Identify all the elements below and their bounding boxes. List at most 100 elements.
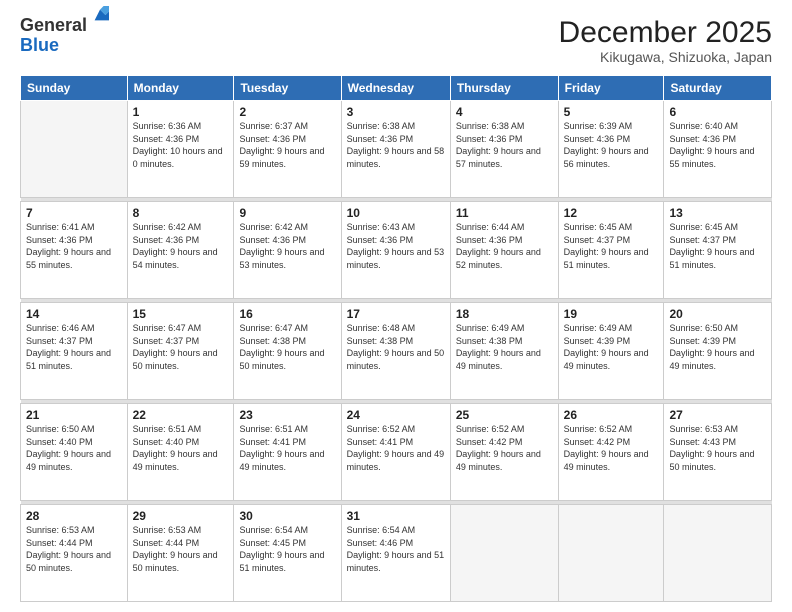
logo-blue-text: Blue [20,36,87,56]
table-row: 14Sunrise: 6:46 AMSunset: 4:37 PMDayligh… [21,303,128,400]
table-row: 22Sunrise: 6:51 AMSunset: 4:40 PMDayligh… [127,404,234,501]
day-number: 13 [669,206,766,220]
table-row: 25Sunrise: 6:52 AMSunset: 4:42 PMDayligh… [450,404,558,501]
day-info: Sunrise: 6:42 AMSunset: 4:36 PMDaylight:… [239,221,335,271]
day-info: Sunrise: 6:39 AMSunset: 4:36 PMDaylight:… [564,120,659,170]
day-info: Sunrise: 6:49 AMSunset: 4:38 PMDaylight:… [456,322,553,372]
table-row [21,101,128,198]
day-number: 20 [669,307,766,321]
day-number: 4 [456,105,553,119]
day-number: 28 [26,509,122,523]
day-info: Sunrise: 6:54 AMSunset: 4:45 PMDaylight:… [239,524,335,574]
table-row: 21Sunrise: 6:50 AMSunset: 4:40 PMDayligh… [21,404,128,501]
col-friday: Friday [558,76,664,101]
logo-icon [91,6,109,24]
day-number: 18 [456,307,553,321]
month-title: December 2025 [559,16,772,49]
calendar-week-row: 21Sunrise: 6:50 AMSunset: 4:40 PMDayligh… [21,404,772,501]
day-number: 2 [239,105,335,119]
day-number: 1 [133,105,229,119]
table-row: 26Sunrise: 6:52 AMSunset: 4:42 PMDayligh… [558,404,664,501]
day-number: 25 [456,408,553,422]
day-number: 9 [239,206,335,220]
col-wednesday: Wednesday [341,76,450,101]
day-info: Sunrise: 6:40 AMSunset: 4:36 PMDaylight:… [669,120,766,170]
day-info: Sunrise: 6:50 AMSunset: 4:40 PMDaylight:… [26,423,122,473]
day-number: 22 [133,408,229,422]
logo: General Blue [20,16,87,56]
day-number: 26 [564,408,659,422]
day-info: Sunrise: 6:44 AMSunset: 4:36 PMDaylight:… [456,221,553,271]
day-info: Sunrise: 6:38 AMSunset: 4:36 PMDaylight:… [456,120,553,170]
table-row: 24Sunrise: 6:52 AMSunset: 4:41 PMDayligh… [341,404,450,501]
table-row: 15Sunrise: 6:47 AMSunset: 4:37 PMDayligh… [127,303,234,400]
col-sunday: Sunday [21,76,128,101]
day-info: Sunrise: 6:49 AMSunset: 4:39 PMDaylight:… [564,322,659,372]
day-info: Sunrise: 6:43 AMSunset: 4:36 PMDaylight:… [347,221,445,271]
table-row: 27Sunrise: 6:53 AMSunset: 4:43 PMDayligh… [664,404,772,501]
table-row: 12Sunrise: 6:45 AMSunset: 4:37 PMDayligh… [558,202,664,299]
header: General Blue December 2025 Kikugawa, Shi… [20,16,772,65]
calendar-header-row: Sunday Monday Tuesday Wednesday Thursday… [21,76,772,101]
calendar-week-row: 1Sunrise: 6:36 AMSunset: 4:36 PMDaylight… [21,101,772,198]
day-info: Sunrise: 6:51 AMSunset: 4:41 PMDaylight:… [239,423,335,473]
logo-general-text: General [20,16,87,36]
day-info: Sunrise: 6:47 AMSunset: 4:38 PMDaylight:… [239,322,335,372]
table-row: 17Sunrise: 6:48 AMSunset: 4:38 PMDayligh… [341,303,450,400]
table-row: 11Sunrise: 6:44 AMSunset: 4:36 PMDayligh… [450,202,558,299]
table-row: 30Sunrise: 6:54 AMSunset: 4:45 PMDayligh… [234,505,341,602]
day-number: 16 [239,307,335,321]
location-subtitle: Kikugawa, Shizuoka, Japan [559,49,772,65]
calendar-week-row: 28 Sunrise: 6:53 AMSunset: 4:44 PMDayligh… [21,505,772,602]
table-row: 13Sunrise: 6:45 AMSunset: 4:37 PMDayligh… [664,202,772,299]
day-number: 15 [133,307,229,321]
day-info: Sunrise: 6:53 AMSunset: 4:44 PMDaylight:… [133,524,229,574]
table-row: 31Sunrise: 6:54 AMSunset: 4:46 PMDayligh… [341,505,450,602]
table-row: 5Sunrise: 6:39 AMSunset: 4:36 PMDaylight… [558,101,664,198]
table-row: 1Sunrise: 6:36 AMSunset: 4:36 PMDaylight… [127,101,234,198]
day-info: Sunrise: 6:52 AMSunset: 4:42 PMDaylight:… [564,423,659,473]
day-info: Sunrise: 6:46 AMSunset: 4:37 PMDaylight:… [26,322,122,372]
col-saturday: Saturday [664,76,772,101]
day-info: Sunrise: 6:50 AMSunset: 4:39 PMDaylight:… [669,322,766,372]
day-number: 17 [347,307,445,321]
table-row: 3Sunrise: 6:38 AMSunset: 4:36 PMDaylight… [341,101,450,198]
table-row: 23Sunrise: 6:51 AMSunset: 4:41 PMDayligh… [234,404,341,501]
table-row [664,505,772,602]
day-number: 12 [564,206,659,220]
calendar-week-row: 14Sunrise: 6:46 AMSunset: 4:37 PMDayligh… [21,303,772,400]
day-info: Sunrise: 6:52 AMSunset: 4:42 PMDaylight:… [456,423,553,473]
day-number: 29 [133,509,229,523]
day-info: Sunrise: 6:47 AMSunset: 4:37 PMDaylight:… [133,322,229,372]
table-row: 20Sunrise: 6:50 AMSunset: 4:39 PMDayligh… [664,303,772,400]
day-info: Sunrise: 6:52 AMSunset: 4:41 PMDaylight:… [347,423,445,473]
day-number: 19 [564,307,659,321]
table-row [558,505,664,602]
table-row: 19Sunrise: 6:49 AMSunset: 4:39 PMDayligh… [558,303,664,400]
day-number: 10 [347,206,445,220]
day-info: Sunrise: 6:48 AMSunset: 4:38 PMDaylight:… [347,322,445,372]
page: General Blue December 2025 Kikugawa, Shi… [0,0,792,612]
day-info: Sunrise: 6:36 AMSunset: 4:36 PMDaylight:… [133,120,229,170]
table-row: 10Sunrise: 6:43 AMSunset: 4:36 PMDayligh… [341,202,450,299]
day-info: Sunrise: 6:42 AMSunset: 4:36 PMDaylight:… [133,221,229,271]
title-block: December 2025 Kikugawa, Shizuoka, Japan [559,16,772,65]
day-number: 6 [669,105,766,119]
col-thursday: Thursday [450,76,558,101]
day-number: 24 [347,408,445,422]
day-number: 8 [133,206,229,220]
col-monday: Monday [127,76,234,101]
day-info: Sunrise: 6:45 AMSunset: 4:37 PMDaylight:… [669,221,766,271]
day-info: Sunrise: 6:51 AMSunset: 4:40 PMDaylight:… [133,423,229,473]
day-info: Sunrise: 6:53 AMSunset: 4:43 PMDaylight:… [669,423,766,473]
col-tuesday: Tuesday [234,76,341,101]
day-info: Sunrise: 6:54 AMSunset: 4:46 PMDaylight:… [347,524,445,574]
calendar-week-row: 7Sunrise: 6:41 AMSunset: 4:36 PMDaylight… [21,202,772,299]
table-row: 7Sunrise: 6:41 AMSunset: 4:36 PMDaylight… [21,202,128,299]
day-info: Sunrise: 6:41 AMSunset: 4:36 PMDaylight:… [26,221,122,271]
table-row: 4Sunrise: 6:38 AMSunset: 4:36 PMDaylight… [450,101,558,198]
day-info: Sunrise: 6:38 AMSunset: 4:36 PMDaylight:… [347,120,445,170]
day-info: Sunrise: 6:45 AMSunset: 4:37 PMDaylight:… [564,221,659,271]
table-row: 28Sunrise: 6:53 AMSunset: 4:44 PMDayligh… [21,505,128,602]
table-row: 29Sunrise: 6:53 AMSunset: 4:44 PMDayligh… [127,505,234,602]
